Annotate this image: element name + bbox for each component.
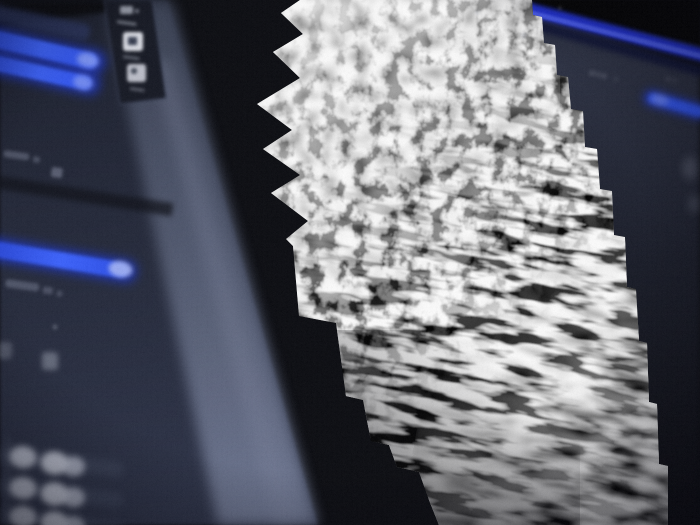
photo-grain-overlay [0, 0, 700, 525]
screen-scene [0, 0, 700, 525]
photo-of-screen: Angled close-up photograph of a dark-the… [0, 0, 700, 525]
